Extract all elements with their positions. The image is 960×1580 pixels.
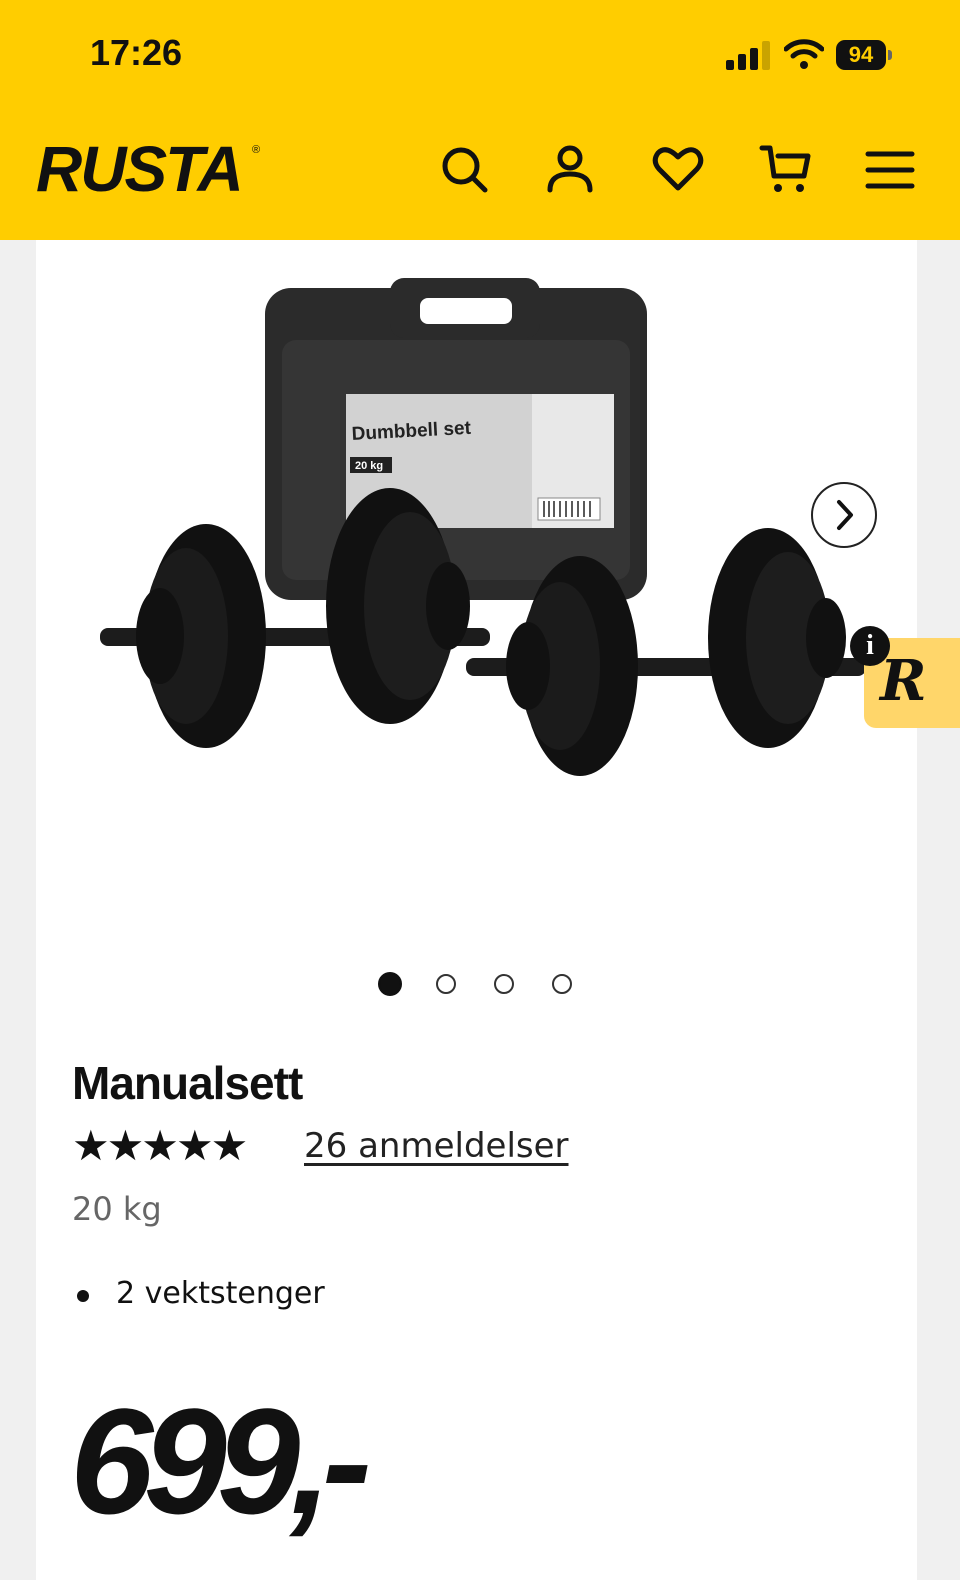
signal-icon <box>726 41 770 70</box>
product-title: Manualsett <box>72 1057 303 1109</box>
reviews-widget-logo[interactable]: R <box>880 648 927 714</box>
info-icon[interactable]: i <box>850 626 890 666</box>
account-icon[interactable] <box>542 140 598 196</box>
bullet-icon <box>77 1290 89 1302</box>
chevron-right-icon <box>837 500 853 530</box>
cart-icon[interactable] <box>758 140 814 196</box>
reviews-link[interactable]: 26 anmeldelser <box>304 1124 569 1168</box>
product-price: 699,- <box>70 1377 372 1545</box>
carousel-dot-3[interactable] <box>494 974 514 994</box>
carousel-dot-1[interactable] <box>378 972 402 996</box>
product-weight: 20 kg <box>72 1190 162 1228</box>
carousel-dot-4[interactable] <box>552 974 572 994</box>
site-header: 17:26 94 RUSTA ® <box>0 0 960 240</box>
next-slide-button[interactable] <box>811 482 877 548</box>
feature-item: 2 vektstenger <box>116 1276 325 1311</box>
wifi-icon <box>784 39 824 69</box>
heart-icon[interactable] <box>650 140 706 196</box>
search-icon[interactable] <box>436 140 492 196</box>
rusta-logo[interactable]: RUSTA <box>36 132 244 206</box>
menu-icon[interactable] <box>862 140 918 196</box>
status-time: 17:26 <box>90 32 183 73</box>
registered-mark: ® <box>252 144 261 156</box>
battery-level: 94 <box>836 40 886 70</box>
battery-icon: 94 <box>836 40 892 70</box>
product-image[interactable]: Dumbbell set 20 kg <box>60 270 880 790</box>
carousel-dot-2[interactable] <box>436 974 456 994</box>
rating-stars: ★★★★★ <box>72 1121 248 1170</box>
box-weight: 20 kg <box>355 460 383 472</box>
